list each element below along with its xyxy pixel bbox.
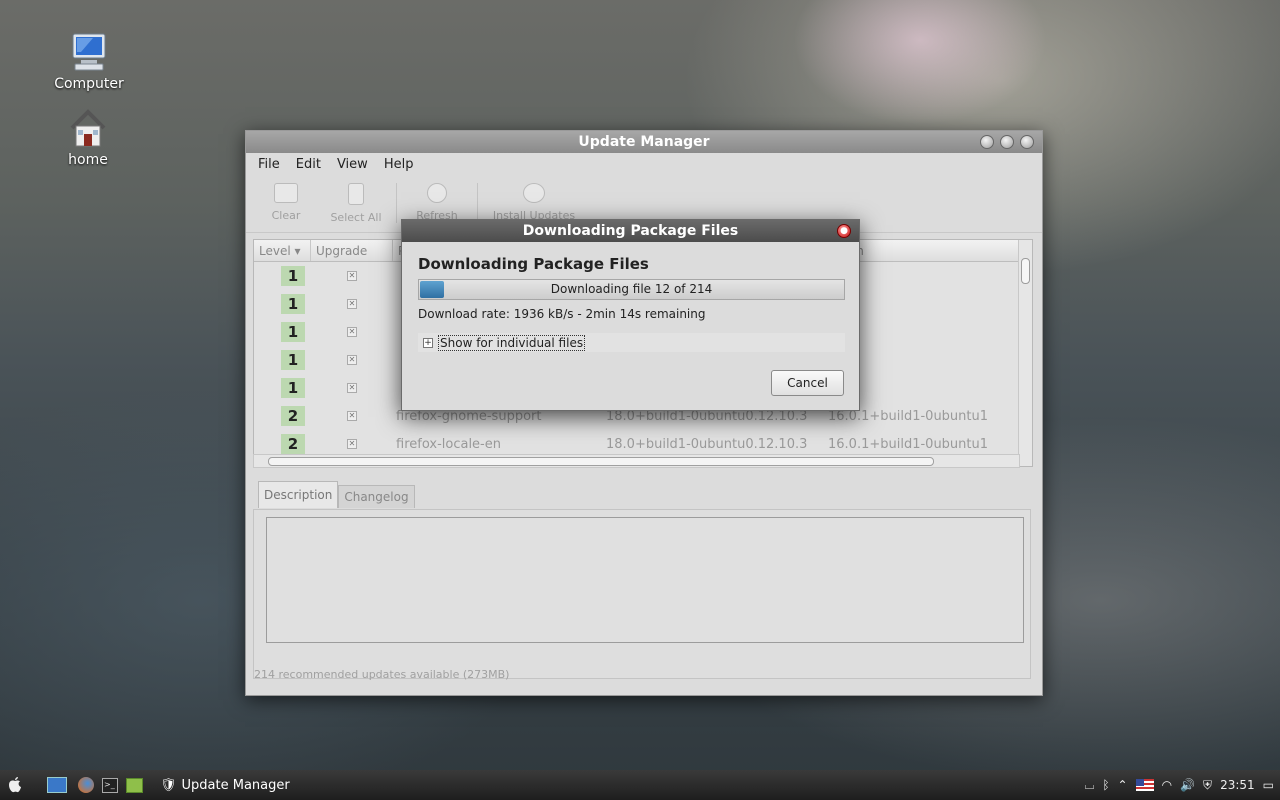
cancel-button[interactable]: Cancel — [771, 370, 844, 396]
taskbar-app-label: Update Manager — [181, 777, 290, 793]
refresh-button[interactable]: Refresh — [405, 181, 469, 222]
level-badge: 1 — [281, 378, 305, 398]
toolbar-separator — [477, 183, 478, 223]
clear-label: Clear — [271, 209, 301, 222]
download-dialog: Downloading Package Files ● Downloading … — [401, 219, 860, 411]
level-badge: 1 — [281, 322, 305, 342]
window-list-icon[interactable]: ▭ — [1263, 778, 1274, 792]
column-level[interactable]: Level ▾ — [254, 240, 311, 261]
bluetooth-icon[interactable]: ᛒ — [1102, 778, 1109, 792]
dialog-titlebar[interactable]: Downloading Package Files ● — [402, 220, 859, 242]
expand-plus-icon[interactable]: + — [423, 337, 433, 348]
level-badge: 1 — [281, 350, 305, 370]
volume-icon[interactable]: 🔊 — [1180, 778, 1195, 792]
menu-help[interactable]: Help — [378, 155, 420, 174]
maximize-button[interactable] — [1000, 135, 1014, 149]
level-badge: 1 — [281, 266, 305, 286]
wifi-icon[interactable]: ◠ — [1162, 778, 1172, 792]
terminal-icon[interactable]: >_ — [98, 775, 122, 795]
taskbar-update-manager[interactable]: 🛡 Update Manager — [154, 775, 296, 795]
update-shield-icon[interactable]: ⛨ — [1203, 778, 1212, 793]
scroll-thumb[interactable] — [1021, 258, 1030, 284]
keyboard-layout-icon[interactable]: ⌴ — [1085, 778, 1095, 793]
close-icon: ● — [840, 226, 848, 236]
tab-changelog[interactable]: Changelog — [338, 485, 415, 508]
system-tray: ⌴ ᛒ ⌃ ◠ 🔊 ⛨ 23:51 ▭ — [1085, 770, 1280, 800]
refresh-icon — [427, 183, 447, 203]
dialog-title: Downloading Package Files — [522, 223, 739, 239]
tab-description[interactable]: Description — [258, 481, 339, 508]
desktop-icon-computer[interactable]: Computer — [49, 30, 129, 92]
progress-text: Downloading file 12 of 214 — [550, 282, 713, 296]
upgrade-checkbox[interactable]: ✕ — [347, 327, 357, 337]
shield-icon: 🛡 — [160, 777, 177, 793]
computer-icon — [67, 30, 111, 74]
select-all-icon — [348, 183, 364, 205]
taskbar: >_ 🛡 Update Manager ⌴ ᛒ ⌃ ◠ 🔊 ⛨ 23:51 ▭ — [0, 770, 1280, 800]
download-progress-bar: Downloading file 12 of 214 — [418, 279, 845, 300]
chevron-up-icon[interactable]: ⌃ — [1118, 778, 1128, 792]
dialog-close-button[interactable]: ● — [837, 224, 851, 238]
menu-file[interactable]: File — [252, 155, 286, 174]
us-flag-icon[interactable] — [1135, 779, 1154, 791]
description-text — [266, 517, 1024, 643]
upgrade-checkbox[interactable]: ✕ — [347, 439, 357, 449]
horizontal-scrollbar[interactable] — [253, 454, 1020, 468]
clear-button[interactable]: Clear — [254, 181, 318, 222]
old-version: 16.0.1+build1-0ubuntu1 — [828, 436, 989, 452]
toolbar-separator — [396, 183, 397, 223]
select-all-button[interactable]: Select All — [324, 181, 388, 224]
upgrade-checkbox[interactable]: ✕ — [347, 383, 357, 393]
download-rate: Download rate: 1936 kB/s - 2min 14s rema… — [418, 307, 706, 321]
menu-edit[interactable]: Edit — [290, 155, 327, 174]
level-badge: 2 — [281, 434, 305, 454]
update-manager-window: Update Manager File Edit View Help Clear… — [245, 130, 1043, 696]
upgrade-checkbox[interactable]: ✕ — [347, 355, 357, 365]
window-titlebar[interactable]: Update Manager — [246, 131, 1042, 153]
description-panel — [253, 509, 1031, 679]
desktop-icon-home[interactable]: home — [48, 106, 128, 168]
menubar: File Edit View Help — [246, 153, 1042, 175]
upgrade-checkbox[interactable]: ✕ — [347, 299, 357, 309]
close-button[interactable] — [1020, 135, 1034, 149]
vertical-scrollbar[interactable] — [1018, 240, 1032, 466]
install-updates-button[interactable]: Install Updates — [486, 181, 582, 222]
upgrade-checkbox[interactable]: ✕ — [347, 271, 357, 281]
clock[interactable]: 23:51 — [1220, 778, 1255, 792]
apple-menu-icon[interactable] — [0, 775, 30, 795]
select-all-label: Select All — [330, 211, 382, 224]
clear-icon — [274, 183, 298, 203]
level-badge: 2 — [281, 406, 305, 426]
firefox-icon[interactable] — [74, 775, 98, 795]
window-title: Update Manager — [578, 134, 710, 150]
menu-view[interactable]: View — [331, 155, 374, 174]
upgrade-checkbox[interactable]: ✕ — [347, 411, 357, 421]
package-name: firefox-locale-en — [396, 436, 501, 452]
status-text: 214 recommended updates available (273MB… — [254, 668, 510, 681]
play-icon — [523, 183, 545, 203]
new-version: 18.0+build1-0ubuntu0.12.10.3 — [606, 436, 808, 452]
scroll-thumb[interactable] — [268, 457, 934, 466]
show-desktop-icon[interactable] — [40, 775, 74, 795]
file-manager-icon[interactable] — [122, 775, 146, 795]
minimize-button[interactable] — [980, 135, 994, 149]
column-upgrade[interactable]: Upgrade — [311, 240, 393, 261]
desktop-icon-label: Computer — [54, 76, 124, 92]
house-icon — [66, 106, 110, 150]
level-badge: 1 — [281, 294, 305, 314]
individual-files-expander[interactable]: + Show for individual files — [418, 333, 845, 352]
expander-label[interactable]: Show for individual files — [438, 334, 586, 351]
info-tabs: Description Changelog — [258, 481, 415, 508]
desktop-icon-label: home — [68, 152, 108, 168]
dialog-heading: Downloading Package Files — [418, 255, 649, 273]
